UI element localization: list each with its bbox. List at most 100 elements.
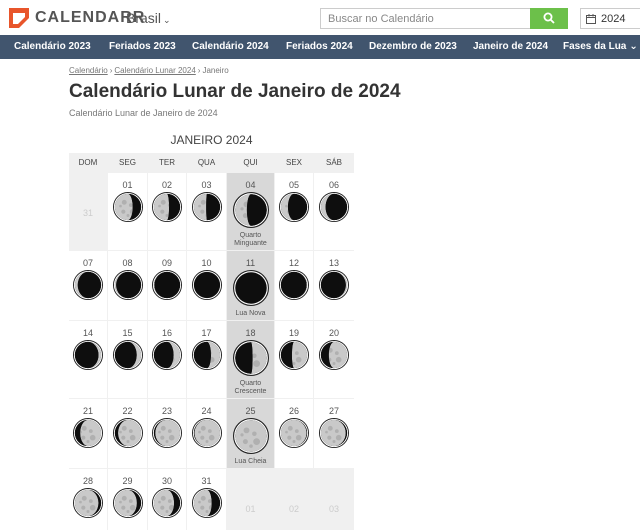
search-input[interactable]: Buscar no Calendário [320,8,531,29]
site-header: CALENDARR Brasil ⌄ Buscar no Calendário 2… [0,0,640,35]
day-number: 01 [122,180,133,190]
calendar-day-cell[interactable]: 14 [69,321,107,398]
calendar-day-cell[interactable]: 07 [69,251,107,320]
moon-crater [251,431,257,436]
day-number: 02 [161,180,172,190]
calendar-day-cell[interactable]: 26 [275,399,313,468]
calendar-day-cell[interactable]: 03 [187,173,226,250]
moon-phase-icon [112,340,143,370]
calendar-day-cell[interactable]: 10 [187,251,226,320]
breadcrumb-calendario-lunar[interactable]: Calendário Lunar 2024 [114,66,195,75]
calendar-day-cell[interactable]: 22 [108,399,147,468]
moon-phase-icon [279,340,309,370]
calendar-day-cell[interactable]: 21 [69,399,107,468]
nav-fases-da-lua[interactable]: Fases da Lua ⌄ [563,41,638,52]
moon-crater [167,429,172,433]
calendar-day-cell[interactable]: 29 [108,469,147,530]
page-title: Calendário Lunar de Janeiro de 2024 [69,81,401,102]
main-nav: Calendário 2023 Feriados 2023 Calendário… [0,35,640,59]
calendar-logo-icon[interactable] [8,7,30,29]
moon-phase-label: Quarto Crescente [234,380,267,395]
calendar-day-cell[interactable]: 23 [148,399,186,468]
moon-crater [285,430,288,434]
day-number: 07 [82,258,93,268]
moon-crater [81,435,86,440]
moon-crater [81,425,87,431]
day-number: 30 [161,476,172,486]
calendar-day-cell[interactable]: 15 [108,321,147,398]
moon-crater [160,199,166,205]
moon-crater [200,495,206,501]
moon-crater [334,429,339,433]
calendar-day-cell[interactable]: 25 Lua Cheia [227,399,274,468]
calendar-day-cell[interactable]: 08 [108,251,147,320]
calendar-day-cell[interactable]: 05 [275,173,313,250]
moon-crater [285,204,288,208]
moon-crater [239,433,244,437]
calendar-day-cell[interactable]: 04 Quarto Minguante [227,173,274,250]
page-subtitle: Calendário Lunar de Janeiro de 2024 [69,108,218,118]
calendar-icon [586,14,596,24]
nav-feriados-2024[interactable]: Feriados 2024 [286,41,353,52]
moon-crater [200,199,206,205]
weekday-label: QUI [243,158,258,167]
calendar-day-cell[interactable]: 11 Lua Nova [227,251,274,320]
moon-crater [295,434,302,441]
moon-crater [207,499,212,503]
day-number: 09 [161,258,172,268]
calendar-day-cell[interactable]: 19 [275,321,313,398]
calendar-day-cell[interactable]: 24 [187,399,226,468]
breadcrumb-separator-icon: › [197,66,201,75]
calendar-day-cell[interactable]: 28 [69,469,107,530]
moon-crater [252,438,260,445]
calendar-day-cell[interactable]: 31 [187,469,226,530]
moon-crater [167,499,172,503]
calendar-day-cell[interactable]: 01 [108,173,147,250]
region-label: Brasil [126,10,162,26]
calendar-day-cell[interactable]: 13 [314,251,354,320]
day-number: 31 [82,208,93,218]
calendar-day-cell[interactable]: 30 [148,469,186,530]
moon-crater [81,505,86,510]
calendar-day-cell[interactable]: 02 [148,173,186,250]
nav-janeiro-2024[interactable]: Janeiro de 2024 [473,41,548,52]
calendar-day-cell: 31 [69,173,107,250]
day-number: 02 [288,504,299,514]
moon-crater [335,356,342,363]
breadcrumb-calendario[interactable]: Calendário [69,66,108,75]
moon-crater [294,429,299,433]
calendar-day-cell[interactable]: 16 [148,321,186,398]
moon-crater [158,204,161,208]
year-selector[interactable]: 2024 [580,8,640,29]
moon-crater [197,500,201,504]
calendar-day-cell[interactable]: 27 [314,399,354,468]
moon-crater [79,500,82,504]
moon-crater [252,360,260,367]
search-button[interactable] [530,8,568,29]
nav-calendario-2024[interactable]: Calendário 2024 [192,41,269,52]
weekday-header: DOM SEG TER QUA QUI SEX SÁB [69,153,354,173]
moon-crater [86,509,90,513]
nav-dezembro-2023[interactable]: Dezembro de 2023 [369,41,457,52]
moon-crater [200,425,206,431]
moon-crater [86,439,90,443]
calendar-day-cell[interactable]: 09 [148,251,186,320]
moon-phase-icon [232,340,269,376]
calendar-day-cell[interactable]: 18 Quarto Crescente [227,321,274,398]
region-selector[interactable]: Brasil ⌄ [126,10,171,26]
calendar-day-cell[interactable]: 17 [187,321,226,398]
moon-phase-icon [112,270,143,300]
moon-crater [81,495,87,501]
moon-crater [327,435,332,440]
moon-crater [128,429,133,433]
nav-feriados-2023[interactable]: Feriados 2023 [109,41,176,52]
calendar-day-cell[interactable]: 06 [314,173,354,250]
moon-crater [158,430,161,434]
moon-crater [160,435,165,440]
calendar-day-cell[interactable]: 12 [275,251,313,320]
moon-crater [160,425,166,431]
moon-phase-icon [152,488,182,518]
nav-calendario-2023[interactable]: Calendário 2023 [14,41,91,52]
calendar-day-cell[interactable]: 20 [314,321,354,398]
moon-crater [128,203,133,207]
